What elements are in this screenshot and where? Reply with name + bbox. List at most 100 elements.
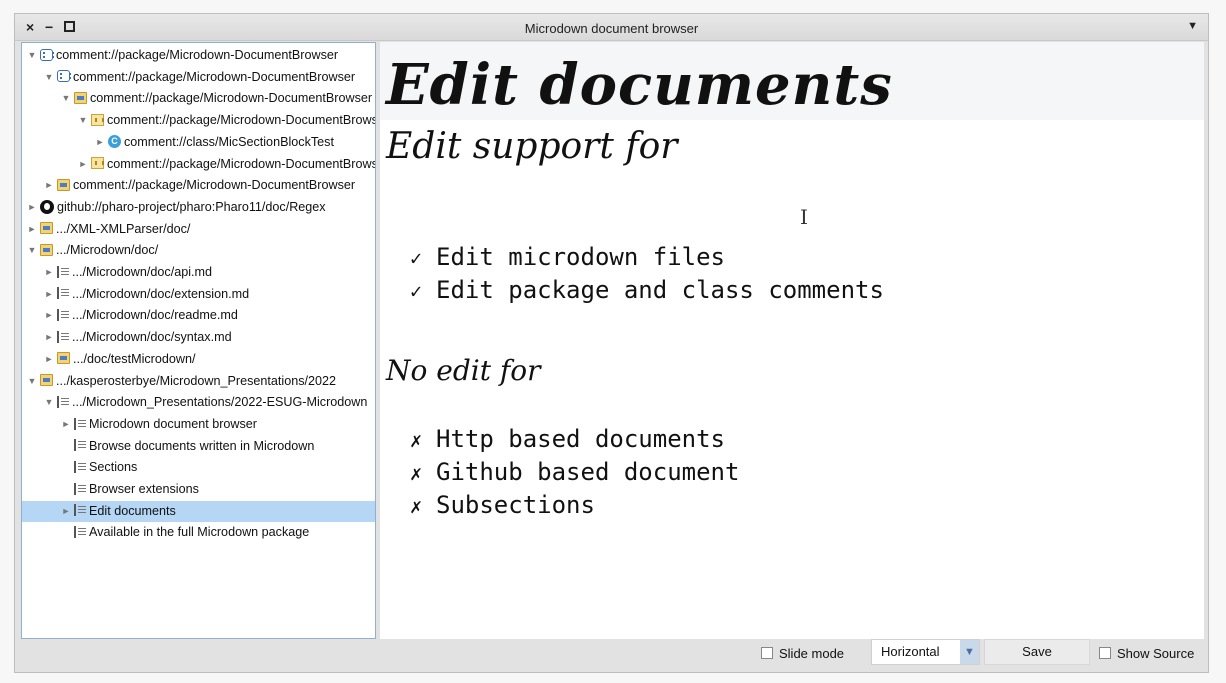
document-heading: Edit documents (386, 52, 893, 118)
tree-item-label: Sections (89, 460, 138, 475)
tree-item[interactable]: ▼ comment://package/Microdown-DocumentBro… (22, 110, 375, 131)
tree-item[interactable]: ► .../Microdown/doc/extension.md (22, 284, 375, 305)
title-bar: × − Microdown document browser ▼ (15, 14, 1208, 41)
collapsed-triangle-icon[interactable]: ► (43, 349, 55, 370)
markdown-icon (57, 265, 69, 278)
expanded-triangle-icon[interactable]: ▼ (26, 240, 38, 261)
browser-window: × − Microdown document browser ▼ ▼ commen… (14, 13, 1209, 673)
tree-item-label: .../Microdown/doc/ (56, 243, 159, 258)
folder-icon (40, 222, 53, 235)
tree-item[interactable]: ► Edit documents (22, 500, 375, 522)
expanded-triangle-icon[interactable]: ▼ (26, 45, 38, 66)
tree-item[interactable]: Browse documents written in Microdown (22, 436, 375, 457)
tree-item[interactable]: ▼ comment://package/Microdown-DocumentBro… (22, 45, 375, 66)
collapsed-triangle-icon[interactable]: ► (26, 197, 38, 218)
collapsed-triangle-icon[interactable]: ► (43, 327, 55, 348)
check-icon: ✓ (410, 246, 423, 270)
expanded-triangle-icon[interactable]: ▼ (60, 88, 72, 109)
markdown-icon (74, 417, 86, 430)
markdown-icon (74, 439, 86, 452)
markdown-icon (74, 526, 86, 539)
package-icon (57, 70, 71, 83)
markdown-icon (57, 395, 69, 408)
tree-item[interactable]: ▼ .../Microdown_Presentations/2022-ESUG-M… (22, 392, 375, 413)
document-view[interactable]: Edit documents Edit support for ✓ Edit mi… (380, 42, 1204, 639)
tree-item-label: comment://package/Microdown-DocumentBrow… (90, 91, 373, 106)
tree-item[interactable]: ▼ comment://package/Microdown-DocumentBro… (22, 67, 375, 88)
tree-item[interactable]: ► .../doc/testMicrodown/ (22, 349, 375, 370)
tree-item-label: Browse documents written in Microdown (89, 438, 315, 453)
tree-item-label: Edit documents (89, 503, 176, 518)
checkbox-icon[interactable] (761, 647, 773, 659)
section-edit-support: Edit support for (386, 126, 678, 167)
list-item: ✗ Subsections (410, 491, 595, 519)
tree-item-label: comment://class/MicSectionBlockTest (124, 134, 334, 149)
folder-icon (74, 92, 87, 105)
markdown-icon (57, 287, 69, 300)
cross-icon: ✗ (410, 461, 423, 485)
tag-icon (91, 157, 104, 170)
save-button[interactable]: Save (984, 639, 1090, 665)
tree-item[interactable]: ► .../Microdown/doc/readme.md (22, 305, 375, 326)
cross-icon: ✗ (410, 428, 423, 452)
tree-item-label: .../Microdown/doc/extension.md (72, 286, 250, 301)
tree-item-label: Microdown document browser (89, 416, 257, 431)
class-icon: C (108, 134, 121, 148)
collapsed-triangle-icon[interactable]: ► (26, 219, 38, 240)
expanded-triangle-icon[interactable]: ▼ (43, 392, 55, 413)
tree-item-label: github://pharo-project/pharo:Pharo11/doc… (57, 199, 326, 214)
tree-item[interactable]: ► comment://package/Microdown-DocumentBro… (22, 175, 375, 196)
tree-item[interactable]: ► comment://package/Microdown-DocumentBro… (22, 154, 375, 175)
collapsed-triangle-icon[interactable]: ► (43, 305, 55, 326)
collapsed-triangle-icon[interactable]: ► (60, 414, 72, 435)
collapsed-triangle-icon[interactable]: ► (77, 154, 89, 175)
tree-item-label: .../Microdown/doc/syntax.md (72, 330, 232, 345)
tree-item-label: comment://package/Microdown-DocumentBrow… (73, 69, 356, 84)
tree-item[interactable]: ► .../Microdown/doc/syntax.md (22, 327, 375, 348)
markdown-icon (74, 504, 86, 517)
tree-item-label: .../Microdown/doc/api.md (72, 265, 212, 279)
markdown-icon (74, 482, 86, 495)
collapsed-triangle-icon[interactable]: ► (94, 132, 106, 153)
show-source-checkbox[interactable]: Show Source (1099, 646, 1194, 664)
slide-mode-checkbox[interactable]: Slide mode (761, 646, 844, 664)
bottom-toolbar: Slide mode Horizontal ▼ Save Show Source (15, 639, 1208, 672)
tree-item[interactable]: ► Microdown document browser (22, 414, 375, 435)
document-tree[interactable]: ▼ comment://package/Microdown-DocumentBro… (21, 42, 376, 639)
tree-item[interactable]: ► github://pharo-project/pharo:Pharo11/do… (22, 197, 375, 218)
tree-item-label: Available in the full Microdown package (89, 525, 310, 540)
collapsed-triangle-icon[interactable]: ► (43, 175, 55, 196)
tree-item[interactable]: ▼ .../Microdown/doc/ (22, 240, 375, 261)
folder-icon (57, 178, 70, 191)
text-cursor-icon: I (800, 205, 808, 229)
expanded-triangle-icon[interactable]: ▼ (26, 371, 38, 392)
collapsed-triangle-icon[interactable]: ► (43, 262, 55, 283)
window-menu-icon[interactable]: ▼ (1187, 20, 1198, 32)
tree-item[interactable]: ▼ .../kasperosterbye/Microdown_Presentati… (22, 371, 375, 392)
tree-item[interactable]: ► .../XML-XMLParser/doc/ (22, 219, 375, 240)
list-item: ✓ Edit package and class comments (410, 276, 884, 304)
tree-item[interactable]: Sections (22, 457, 375, 478)
expanded-triangle-icon[interactable]: ▼ (77, 110, 89, 131)
tree-item[interactable]: ► Ccomment://class/MicSectionBlockTest (22, 132, 375, 153)
tree-item[interactable]: ▼ comment://package/Microdown-DocumentBro… (22, 88, 375, 109)
collapsed-triangle-icon[interactable]: ► (60, 501, 72, 522)
package-icon (40, 48, 54, 61)
markdown-icon (57, 330, 69, 343)
folder-icon (40, 243, 53, 256)
list-item: ✗ Github based document (410, 458, 740, 486)
tree-item[interactable]: Available in the full Microdown package (22, 522, 375, 543)
tree-item-label: .../XML-XMLParser/doc/ (56, 221, 191, 236)
orientation-select[interactable]: Horizontal ▼ (871, 639, 980, 665)
tag-icon (91, 113, 104, 126)
github-icon (40, 199, 54, 214)
checkbox-icon[interactable] (1099, 647, 1111, 659)
tree-item-label: comment://package/Microdown-DocumentBrow… (107, 156, 375, 171)
tree-item[interactable]: Browser extensions (22, 479, 375, 500)
folder-icon (40, 374, 53, 387)
tree-item-label: Browser extensions (89, 482, 199, 496)
expanded-triangle-icon[interactable]: ▼ (43, 67, 55, 88)
tree-item[interactable]: ► .../Microdown/doc/api.md (22, 262, 375, 283)
collapsed-triangle-icon[interactable]: ► (43, 284, 55, 305)
chevron-down-icon[interactable]: ▼ (960, 640, 979, 664)
